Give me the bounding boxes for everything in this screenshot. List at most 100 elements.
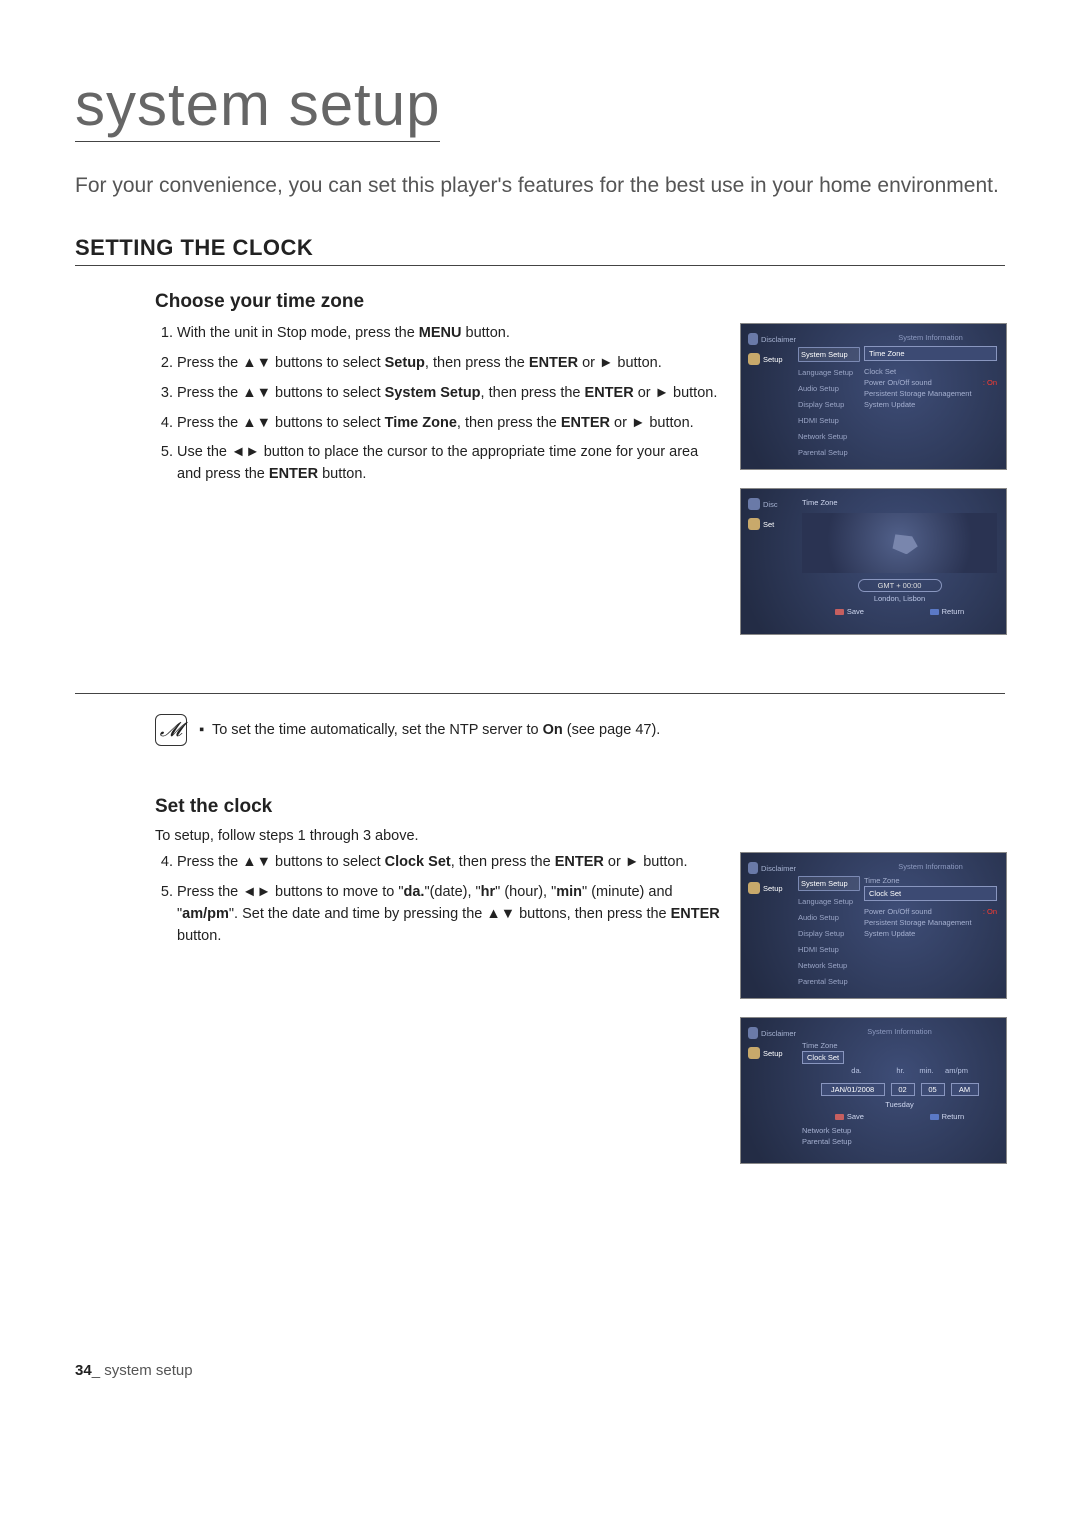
option-power-sound: Power On/Off sound: On — [864, 377, 997, 388]
screenshot-clockset-dialog: Disclaimer Setup System Information Time… — [740, 1017, 1007, 1164]
sidebar-disclaimer: Disclaimer — [748, 862, 796, 874]
system-info-label: System Information — [802, 1027, 997, 1036]
timezone-city: London, Lisbon — [802, 594, 997, 603]
up-down-icon: ▲▼ — [486, 906, 515, 922]
option-psm: Persistent Storage Management — [864, 388, 997, 399]
page-title: system setup — [75, 70, 440, 142]
menu-parental-setup: Parental Setup — [802, 1136, 997, 1147]
menu-hdmi-setup: HDMI Setup — [798, 944, 860, 955]
step-3: Press the ▲▼ buttons to select System Se… — [177, 383, 720, 405]
up-down-icon: ▲▼ — [242, 854, 271, 870]
step-5b: Press the ◄► buttons to move to "da."(da… — [177, 882, 720, 947]
note-text: ▪ To set the time automatically, set the… — [199, 722, 660, 738]
return-button-label: Return — [930, 1112, 965, 1121]
gear-icon — [748, 1047, 760, 1059]
section-heading-clock: SETTING THE CLOCK — [75, 235, 1005, 266]
screenshot-clockset-menu: Disclaimer Setup System Setup Language S… — [740, 852, 1007, 999]
menu-system-setup: System Setup — [798, 347, 860, 362]
intro-text: For your convenience, you can set this p… — [75, 172, 1005, 200]
field-date: JAN/01/2008 — [821, 1083, 885, 1096]
menu-language-setup: Language Setup — [798, 896, 860, 907]
menu-parental-setup: Parental Setup — [798, 976, 860, 987]
right-icon: ► — [631, 415, 645, 431]
screenshot-timezone-map: Disc Set Time Zone GMT + 00:00 London, L… — [740, 488, 1007, 635]
right-icon: ► — [599, 355, 613, 371]
screenshot-system-setup-timezone: Disclaimer Setup System Setup Language S… — [740, 323, 1007, 470]
up-down-icon: ▲▼ — [242, 385, 271, 401]
steps-list-2: Press the ▲▼ buttons to select Clock Set… — [155, 852, 720, 947]
menu-display-setup: Display Setup — [798, 399, 860, 410]
menu-audio-setup: Audio Setup — [798, 912, 860, 923]
file-icon — [748, 498, 760, 510]
system-info-label: System Information — [864, 862, 997, 871]
menu-audio-setup: Audio Setup — [798, 383, 860, 394]
menu-parental-setup: Parental Setup — [798, 447, 860, 458]
right-icon: ► — [625, 854, 639, 870]
step-4: Press the ▲▼ buttons to select Time Zone… — [177, 413, 720, 435]
sidebar-disclaimer: Disclaimer — [748, 1027, 796, 1039]
sidebar-setup: Setup — [748, 1047, 796, 1059]
label-ampm: am/pm — [943, 1066, 971, 1075]
option-clock-set: Clock Set — [864, 366, 997, 377]
system-info-label: System Information — [864, 333, 997, 342]
menu-network-setup: Network Setup — [798, 431, 860, 442]
option-power-sound: Power On/Off sound: On — [864, 906, 997, 917]
up-down-icon: ▲▼ — [242, 415, 271, 431]
sidebar-disclaimer: Disclaimer — [748, 333, 796, 345]
label-min: min. — [917, 1066, 937, 1075]
setup-menu: System Setup Language Setup Audio Setup … — [798, 329, 860, 464]
subsection-set-clock: Set the clock — [155, 796, 1005, 818]
sidebar-setup: Setup — [748, 882, 796, 894]
file-icon — [748, 333, 758, 345]
menu-network-setup: Network Setup — [798, 960, 860, 971]
right-icon: ► — [655, 385, 669, 401]
save-button-label: Save — [835, 1112, 864, 1121]
page-footer: 34_ system setup — [75, 1362, 1005, 1379]
world-map-icon — [802, 513, 997, 573]
page-number: 34 — [75, 1362, 92, 1379]
up-down-icon: ▲▼ — [242, 355, 271, 371]
day-of-week: Tuesday — [802, 1100, 997, 1109]
option-clock-set-selected: Clock Set — [864, 886, 997, 901]
step-1: With the unit in Stop mode, press the ME… — [177, 323, 720, 345]
menu-hdmi-setup: HDMI Setup — [798, 415, 860, 426]
clockset-popup-label: Clock Set — [802, 1051, 844, 1064]
return-button-label: Return — [930, 607, 965, 616]
footer-section-name: system setup — [104, 1362, 192, 1379]
option-psm: Persistent Storage Management — [864, 917, 997, 928]
set-clock-intro: To setup, follow steps 1 through 3 above… — [155, 828, 1005, 844]
gear-icon — [748, 353, 760, 365]
option-time-zone: Time Zone — [864, 875, 997, 886]
sidebar-disclaimer: Disc — [748, 498, 796, 510]
field-ampm: AM — [951, 1083, 979, 1096]
divider — [75, 693, 1005, 694]
step-4b: Press the ▲▼ buttons to select Clock Set… — [177, 852, 720, 874]
menu-language-setup: Language Setup — [798, 367, 860, 378]
setup-menu: System Setup Language Setup Audio Setup … — [798, 858, 860, 993]
gear-icon — [748, 518, 760, 530]
steps-list-1: With the unit in Stop mode, press the ME… — [155, 323, 720, 486]
option-system-update: System Update — [864, 928, 997, 939]
label-da: da. — [829, 1066, 885, 1075]
menu-system-setup: System Setup — [798, 876, 860, 891]
step-2: Press the ▲▼ buttons to select Setup, th… — [177, 353, 720, 375]
sidebar-setup: Setup — [748, 353, 796, 365]
note-icon: 𝓜 — [155, 714, 187, 746]
field-hour: 02 — [891, 1083, 915, 1096]
timezone-popup-title: Time Zone — [802, 498, 997, 507]
left-right-icon: ◄► — [242, 884, 271, 900]
gear-icon — [748, 882, 760, 894]
save-button-label: Save — [835, 607, 864, 616]
option-system-update: System Update — [864, 399, 997, 410]
gmt-value: GMT + 00:00 — [858, 579, 942, 592]
menu-network-setup: Network Setup — [802, 1125, 997, 1136]
label-hr: hr. — [891, 1066, 911, 1075]
left-right-icon: ◄► — [231, 444, 260, 460]
option-time-zone: Time Zone — [802, 1040, 997, 1051]
field-minute: 05 — [921, 1083, 945, 1096]
subsection-timezone: Choose your time zone — [155, 291, 1005, 313]
menu-display-setup: Display Setup — [798, 928, 860, 939]
option-time-zone-selected: Time Zone — [864, 346, 997, 361]
file-icon — [748, 1027, 758, 1039]
step-5: Use the ◄► button to place the cursor to… — [177, 442, 720, 486]
